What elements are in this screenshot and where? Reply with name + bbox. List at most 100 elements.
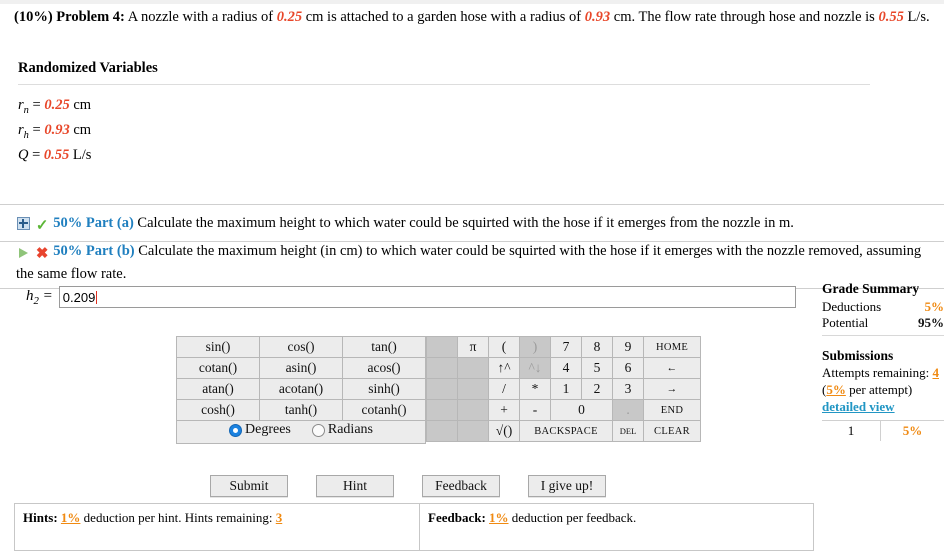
variable-row: rn = 0.25 cm — [18, 94, 91, 119]
calc-key-4[interactable]: 4 — [550, 357, 582, 379]
calc-key-acos[interactable]: acos() — [342, 357, 426, 379]
hints-feedback-bar: Hints: 1% deduction per hint. Hints rema… — [14, 503, 814, 551]
problem-label: Problem 4: — [56, 9, 125, 25]
degrees-radio-group[interactable]: Degrees — [229, 422, 291, 438]
part-b-label: 50% Part (b) — [53, 243, 135, 259]
calc-key-home[interactable]: HOME — [643, 336, 701, 358]
calc-key-asin[interactable]: asin() — [259, 357, 343, 379]
hints-deduction: 1% — [60, 510, 81, 525]
collapse-triangle-icon[interactable] — [16, 243, 31, 264]
radians-radio-group[interactable]: Radians — [311, 422, 373, 438]
calc-key-arrow-right[interactable]: → — [643, 378, 701, 400]
feedback-deduction: 1% — [489, 510, 509, 525]
calc-key-power-up[interactable]: ↑^ — [488, 357, 520, 379]
submission-deduction: 5% — [902, 422, 923, 438]
submissions-table: 1 5% — [822, 419, 944, 442]
top-band — [0, 0, 944, 4]
per-attempt-value: 5% — [826, 381, 846, 397]
attempts-row: Attempts remaining: 4 — [822, 365, 944, 382]
calc-key-plus[interactable]: + — [488, 399, 520, 421]
calc-key-sinh[interactable]: sinh() — [342, 378, 426, 400]
keypad-row: √() BACKSPACE DEL CLEAR — [426, 420, 701, 442]
calc-key-tan[interactable]: tan() — [342, 336, 426, 358]
calc-key-end[interactable]: END — [643, 399, 701, 421]
per-attempt-rest: per attempt) — [845, 381, 913, 397]
calc-key-cosh[interactable]: cosh() — [176, 399, 260, 421]
calc-key-0[interactable]: 0 — [550, 399, 613, 421]
calc-angle-mode-row: Degrees Radians — [176, 420, 426, 444]
calc-key-pi[interactable]: π — [457, 336, 489, 358]
calc-key-acotan[interactable]: acotan() — [259, 378, 343, 400]
answer-row: h2 = 0.209 — [26, 286, 796, 308]
problem-text-2: cm is attached to a garden hose with a r… — [302, 9, 585, 25]
calc-key-divide[interactable]: / — [488, 378, 520, 400]
expand-plus-box-icon[interactable] — [16, 215, 31, 236]
attempts-label: Attempts remaining: — [822, 364, 930, 380]
angle-mode-cell: Degrees Radians — [176, 420, 426, 444]
problem-text-4: L/s. — [903, 9, 930, 25]
calc-key-decimal[interactable]: . — [612, 399, 644, 421]
submit-button[interactable]: Submit — [210, 475, 288, 497]
calc-key-paren-open[interactable]: ( — [488, 336, 520, 358]
calc-fn-row: atan() acotan() sinh() — [176, 378, 426, 400]
calc-key-3[interactable]: 3 — [612, 378, 644, 400]
randomized-divider — [18, 84, 870, 85]
give-up-button[interactable]: I give up! — [528, 475, 606, 497]
keypad-blank — [457, 399, 489, 421]
degrees-radio-icon[interactable] — [229, 423, 242, 437]
calc-key-minus[interactable]: - — [519, 399, 551, 421]
part-b-row: ✖ 50% Part (b) Calculate the maximum hei… — [0, 238, 944, 290]
action-buttons: Submit Hint Feedback I give up! — [210, 475, 606, 497]
calc-key-6[interactable]: 6 — [612, 357, 644, 379]
calc-key-cos[interactable]: cos() — [259, 336, 343, 358]
grade-summary-heading: Grade Summary — [822, 281, 920, 296]
problem-text-3: cm. The flow rate through hose and nozzl… — [610, 9, 879, 25]
hint-button[interactable]: Hint — [316, 475, 394, 497]
submissions-heading: Submissions — [822, 348, 894, 364]
calc-key-paren-close[interactable]: ) — [519, 336, 551, 358]
section-divider — [0, 204, 944, 205]
variable-value: 0.93 — [44, 121, 70, 138]
radians-label: Radians — [327, 422, 373, 438]
keypad-blank — [457, 420, 489, 442]
calc-key-power-down[interactable]: ^↓ — [519, 357, 551, 379]
calc-key-cotanh[interactable]: cotanh() — [342, 399, 426, 421]
calc-key-7[interactable]: 7 — [550, 336, 582, 358]
calc-fn-row: sin() cos() tan() — [176, 336, 426, 358]
calc-key-clear[interactable]: CLEAR — [643, 420, 701, 442]
calculator-panel: sin() cos() tan() cotan() asin() acos() … — [176, 336, 701, 444]
calc-key-arrow-left[interactable]: ← — [643, 357, 701, 379]
calc-key-9[interactable]: 9 — [612, 336, 644, 358]
radians-radio-icon[interactable] — [311, 423, 325, 437]
answer-variable: h — [26, 287, 34, 304]
calc-key-cotan[interactable]: cotan() — [176, 357, 260, 379]
keypad-spacer — [426, 399, 458, 421]
detailed-view-link[interactable]: detailed view — [822, 399, 944, 416]
attempts-value: 4 — [932, 364, 939, 380]
submission-index: 1 — [822, 420, 881, 442]
calc-key-atan[interactable]: atan() — [176, 378, 260, 400]
deductions-label: Deductions — [822, 298, 882, 314]
problem-statement: (10%) Problem 4: A nozzle with a radius … — [14, 7, 930, 28]
hints-remaining: 3 — [275, 510, 283, 525]
keypad-row: + - 0 . END — [426, 399, 701, 421]
feedback-title: Feedback: — [428, 510, 486, 525]
calc-key-del[interactable]: DEL — [612, 420, 644, 442]
calc-key-sqrt[interactable]: √() — [488, 420, 520, 442]
feedback-button[interactable]: Feedback — [422, 475, 500, 497]
variable-name: Q — [18, 146, 29, 163]
calc-key-5[interactable]: 5 — [581, 357, 613, 379]
calc-key-8[interactable]: 8 — [581, 336, 613, 358]
table-row: 1 5% — [822, 420, 944, 442]
calc-key-backspace[interactable]: BACKSPACE — [519, 420, 613, 442]
keypad-spacer — [426, 420, 458, 442]
calc-key-1[interactable]: 1 — [550, 378, 582, 400]
variable-equals: = — [28, 97, 45, 113]
calc-key-multiply[interactable]: * — [519, 378, 551, 400]
calc-key-sin[interactable]: sin() — [176, 336, 260, 358]
calculator-functions: sin() cos() tan() cotan() asin() acos() … — [176, 336, 426, 444]
calc-key-2[interactable]: 2 — [581, 378, 613, 400]
answer-label: h2 = — [26, 288, 53, 307]
calc-key-tanh[interactable]: tanh() — [259, 399, 343, 421]
answer-input[interactable]: 0.209 — [58, 286, 796, 308]
